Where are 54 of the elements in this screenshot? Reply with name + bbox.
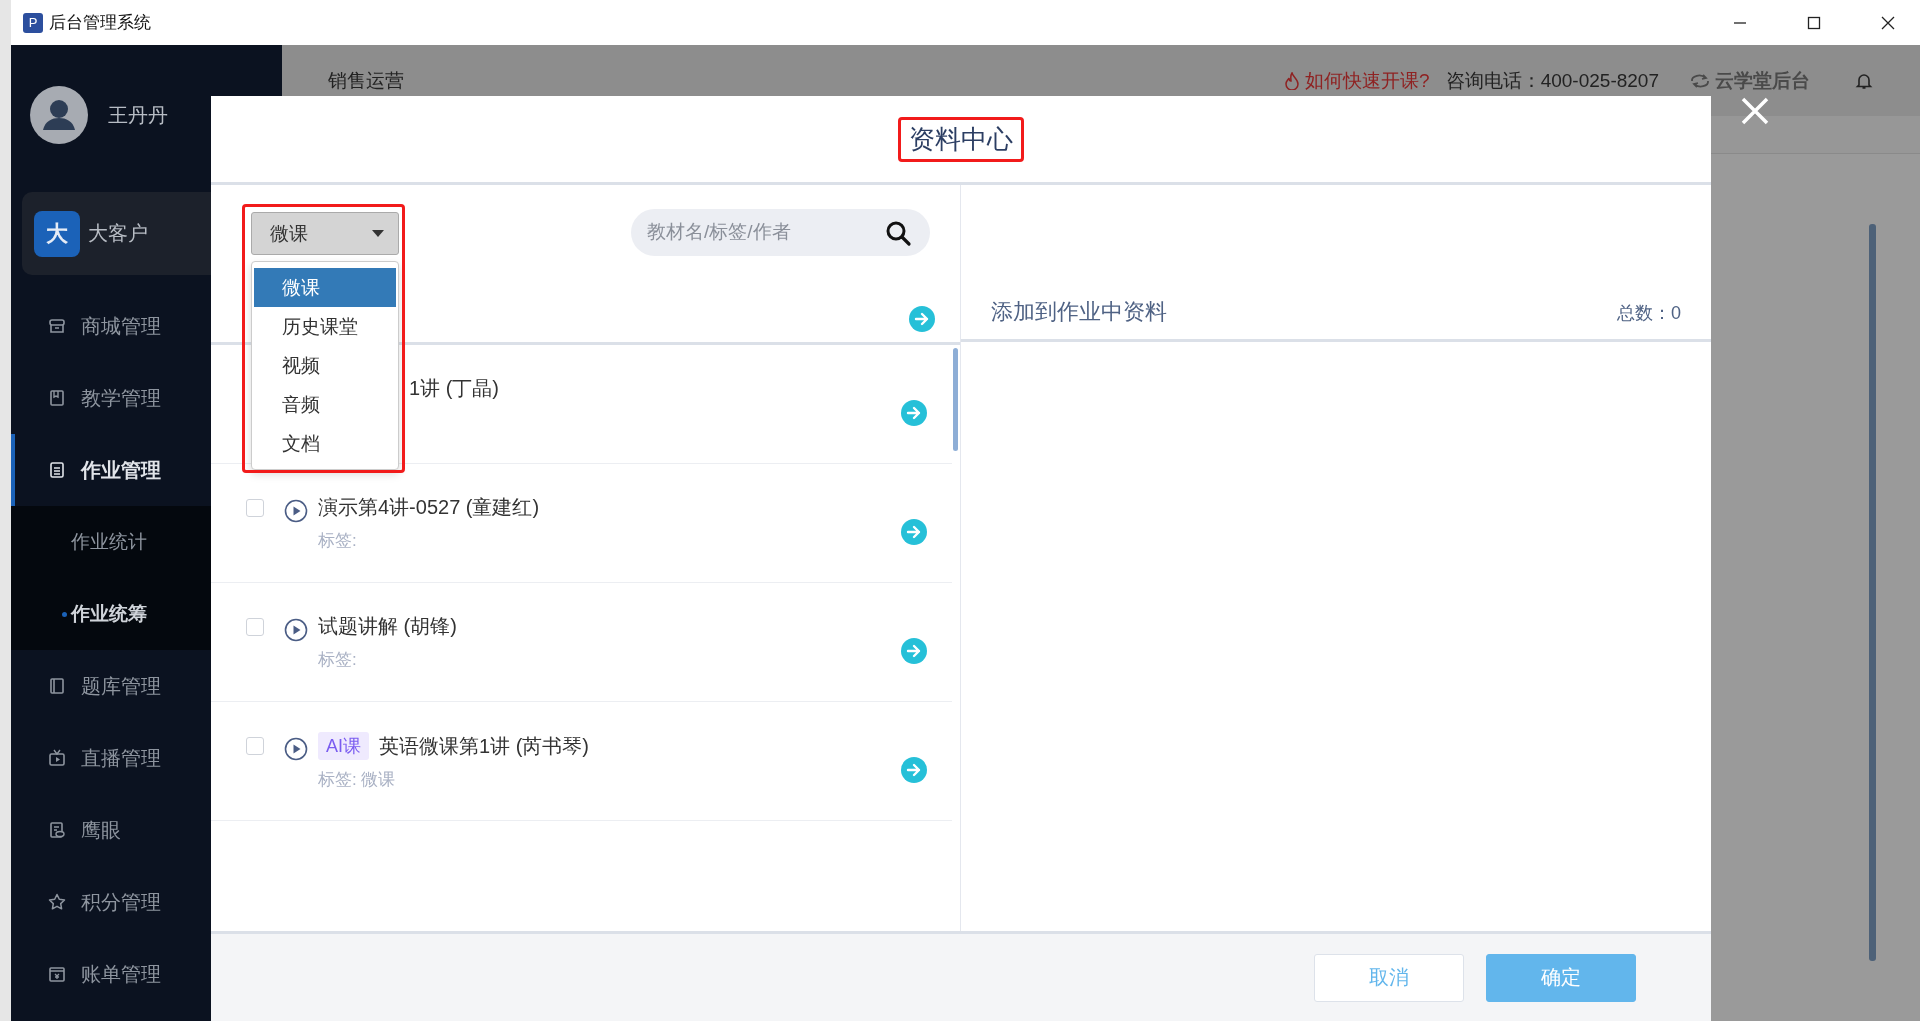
arrow-right-icon[interactable] <box>901 400 927 426</box>
section-title: 销售运营 <box>328 68 404 93</box>
list-icon <box>47 460 67 480</box>
book-icon <box>47 388 67 408</box>
phone-text: 咨询电话：400-025-8207 <box>1445 68 1659 93</box>
arrow-right-icon[interactable] <box>901 757 927 783</box>
sidebar-item[interactable]: 积分管理 <box>11 866 282 938</box>
sidebar-item[interactable]: 账单管理 <box>11 938 282 1010</box>
material-title[interactable]: 英语微课第1讲 (芮书琴) <box>379 732 589 760</box>
maximize-icon[interactable] <box>1806 14 1822 31</box>
sidebar-item[interactable]: 题库管理 <box>11 650 282 722</box>
refresh-icon <box>1689 71 1711 90</box>
account-badge: 大 <box>34 210 80 257</box>
flame-icon <box>1285 71 1300 90</box>
store-icon <box>47 316 67 336</box>
checkbox[interactable] <box>246 737 264 755</box>
dropdown-option[interactable]: 微课 <box>254 268 396 307</box>
material-title[interactable]: 演示第4讲-0527 (童建红) <box>318 494 540 521</box>
checkbox[interactable] <box>246 499 264 517</box>
scrollbar[interactable] <box>1869 224 1876 961</box>
sidebar-subitem[interactable]: 作业统筹 <box>11 578 282 650</box>
checkbox[interactable] <box>246 618 264 636</box>
document-eye-icon <box>47 820 67 840</box>
arrow-right-icon[interactable] <box>901 519 927 545</box>
user-name: 王丹丹 <box>108 102 168 128</box>
scrollbar[interactable] <box>953 348 958 451</box>
sidebar-item[interactable]: 鹰眼 <box>11 794 282 866</box>
search-field[interactable]: 教材名/标签/作者 <box>631 208 930 256</box>
star-icon <box>47 892 67 912</box>
play-icon[interactable] <box>284 499 308 523</box>
play-icon[interactable] <box>284 737 308 761</box>
material-tags: 标签: <box>318 529 901 552</box>
ai-badge: AI课 <box>318 732 369 760</box>
material-tags: 标签: 微课 <box>318 768 901 791</box>
total-count: 总数：0 <box>1617 302 1681 325</box>
dialog-title: 资料中心 <box>898 116 1024 162</box>
avatar-icon[interactable] <box>30 86 88 144</box>
bill-icon <box>47 964 67 984</box>
app-icon: P <box>23 12 43 33</box>
arrow-right-icon[interactable] <box>909 306 935 332</box>
folder-icon <box>47 676 67 696</box>
tv-icon <box>47 748 67 768</box>
type-dropdown[interactable]: 微课 <box>251 212 399 255</box>
material-title[interactable]: 试题讲解 (胡锋) <box>318 613 457 640</box>
play-icon[interactable] <box>284 618 308 642</box>
material-tags: 标签: <box>318 648 901 671</box>
close-icon[interactable] <box>1880 14 1896 31</box>
caret-icon <box>372 229 384 238</box>
panel-title: 添加到作业中资料 <box>991 298 1167 326</box>
account-label: 大客户 <box>88 221 148 246</box>
sidebar-item[interactable]: 直播管理 <box>11 722 282 794</box>
arrow-right-icon[interactable] <box>901 638 927 664</box>
window-title: 后台管理系统 <box>49 12 151 34</box>
material-title[interactable]: 1讲 (丁晶) <box>409 375 499 402</box>
